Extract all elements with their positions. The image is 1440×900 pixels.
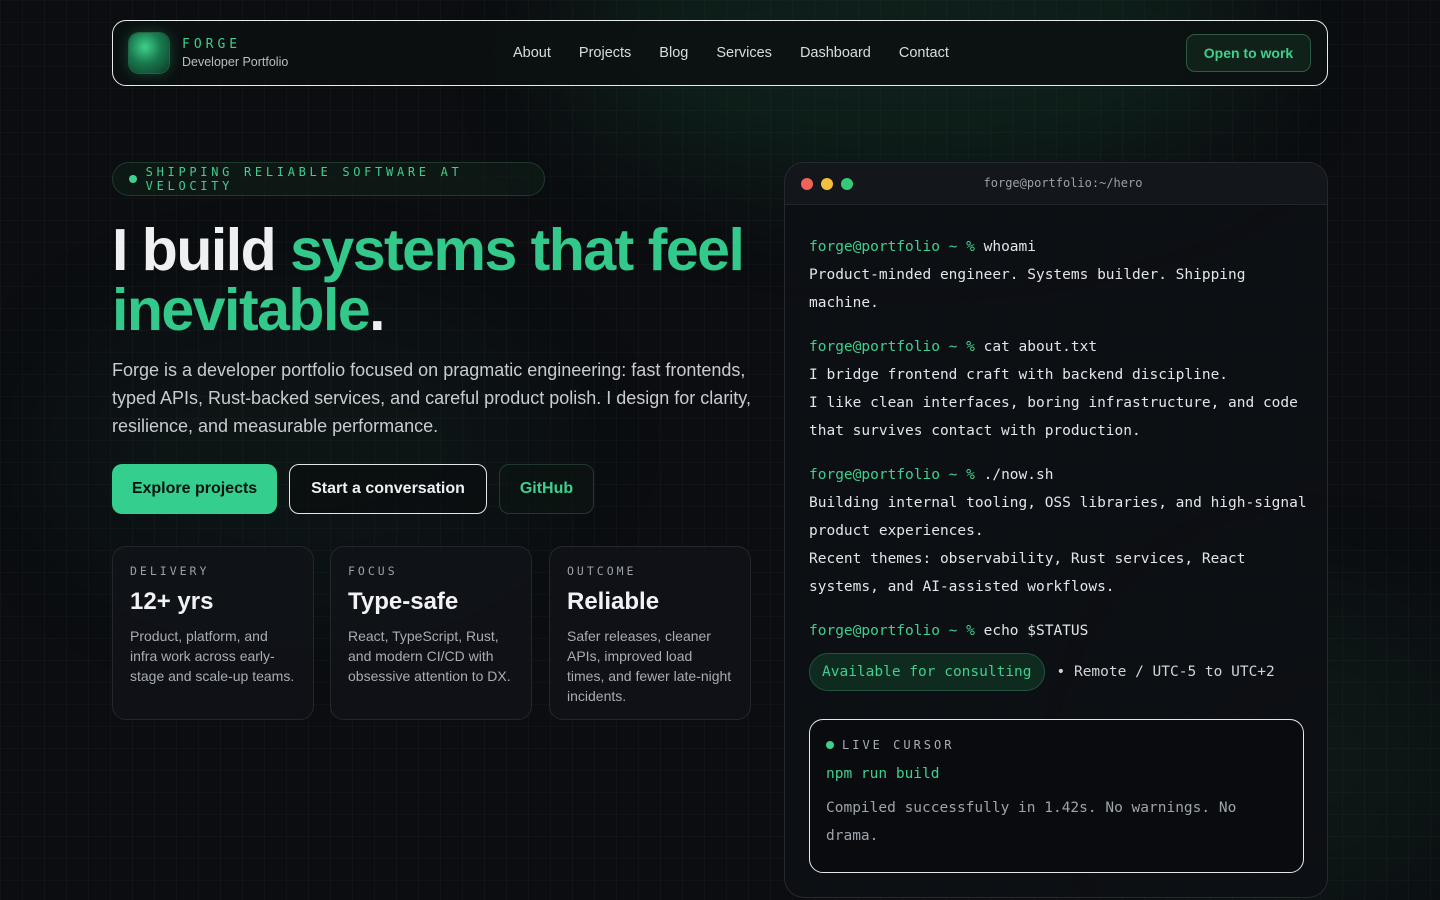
terminal-command: cat about.txt xyxy=(983,339,1098,355)
hero-headline: I build systems that feel inevitable. xyxy=(112,220,772,340)
stat-card-delivery: DELIVERY 12+ yrs Product, platform, and … xyxy=(112,546,314,720)
live-cursor-command: npm run build xyxy=(826,766,940,782)
terminal-titlebar: forge@portfolio:~/hero xyxy=(785,163,1327,205)
nav-link-projects[interactable]: Projects xyxy=(579,45,631,61)
start-conversation-button[interactable]: Start a conversation xyxy=(289,464,487,514)
terminal-prompt: forge@portfolio ~ % xyxy=(809,239,975,255)
brand-name: FORGE xyxy=(182,37,242,52)
nav-link-contact[interactable]: Contact xyxy=(899,45,949,61)
nav-link-blog[interactable]: Blog xyxy=(659,45,688,61)
brand-subtitle: Developer Portfolio xyxy=(182,55,289,69)
top-navbar: FORGE Developer Portfolio About Projects… xyxy=(112,20,1328,86)
live-dot-icon xyxy=(826,741,834,749)
nav-link-dashboard[interactable]: Dashboard xyxy=(800,45,871,61)
hero-lead: Forge is a developer portfolio focused o… xyxy=(112,360,751,436)
headline-white: I build xyxy=(112,217,291,283)
card-kicker: FOCUS xyxy=(348,564,398,578)
card-kicker: OUTCOME xyxy=(567,564,637,578)
terminal-output: I bridge frontend craft with backend dis… xyxy=(809,367,1229,383)
nav-link-services[interactable]: Services xyxy=(716,45,772,61)
card-title: 12+ yrs xyxy=(130,588,214,615)
card-title: Reliable xyxy=(567,588,660,615)
terminal-output: Product-minded engineer. Systems builder… xyxy=(809,267,1246,311)
explore-projects-button[interactable]: Explore projects xyxy=(112,464,277,514)
terminal-command: whoami xyxy=(983,239,1036,255)
tagline-text: SHIPPING RELIABLE SOFTWARE AT VELOCITY xyxy=(145,165,463,193)
terminal-body: forge@portfolio ~ % whoami Product-minde… xyxy=(809,233,1309,707)
tagline-pill: SHIPPING RELIABLE SOFTWARE AT VELOCITY xyxy=(112,162,545,196)
terminal-block: forge@portfolio ~ % cat about.txt I brid… xyxy=(809,333,1309,445)
live-cursor-header: LIVE CURSOR xyxy=(826,738,1287,752)
card-kicker: DELIVERY xyxy=(130,564,210,578)
terminal-output: I like clean interfaces, boring infrastr… xyxy=(809,395,1298,439)
hero-terminal: forge@portfolio:~/hero forge@portfolio ~… xyxy=(784,162,1328,898)
stat-card-outcome: OUTCOME Reliable Safer releases, cleaner… xyxy=(549,546,751,720)
card-body: Safer releases, cleaner APIs, improved l… xyxy=(567,628,732,704)
status-row: Available for consulting • Remote / UTC-… xyxy=(809,653,1309,691)
terminal-prompt: forge@portfolio ~ % xyxy=(809,623,975,639)
status-dot-icon xyxy=(129,175,137,183)
forge-logo-icon[interactable] xyxy=(129,33,169,73)
terminal-command: ./now.sh xyxy=(983,467,1054,483)
terminal-block: forge@portfolio ~ % whoami Product-minde… xyxy=(809,233,1309,317)
nav-links: About Projects Blog Services Dashboard C… xyxy=(513,21,949,85)
terminal-output: Building internal tooling, OSS libraries… xyxy=(809,495,1307,539)
github-button[interactable]: GitHub xyxy=(499,464,594,514)
nav-link-about[interactable]: About xyxy=(513,45,551,61)
stat-card-focus: FOCUS Type-safe React, TypeScript, Rust,… xyxy=(330,546,532,720)
open-to-work-button[interactable]: Open to work xyxy=(1186,34,1311,72)
terminal-prompt: forge@portfolio ~ % xyxy=(809,467,975,483)
live-cursor-label: LIVE CURSOR xyxy=(842,738,955,752)
live-cursor-output: Compiled successfully in 1.42s. No warni… xyxy=(826,800,1237,844)
terminal-prompt: forge@portfolio ~ % xyxy=(809,339,975,355)
terminal-output: Recent themes: observability, Rust servi… xyxy=(809,551,1246,595)
terminal-title: forge@portfolio:~/hero xyxy=(983,176,1143,190)
brand[interactable]: FORGE Developer Portfolio xyxy=(182,37,288,69)
status-meta: • Remote / UTC-5 to UTC+2 xyxy=(1056,664,1275,680)
card-title: Type-safe xyxy=(348,588,459,615)
live-cursor-panel: LIVE CURSOR npm run build Compiled succe… xyxy=(809,719,1304,873)
availability-badge[interactable]: Available for consulting xyxy=(809,653,1045,691)
headline-end: . xyxy=(369,277,385,343)
terminal-command: echo $STATUS xyxy=(983,623,1089,639)
terminal-block: forge@portfolio ~ % ./now.sh Building in… xyxy=(809,461,1309,601)
card-body: React, TypeScript, Rust, and modern CI/C… xyxy=(348,628,511,684)
card-body: Product, platform, and infra work across… xyxy=(130,628,295,684)
terminal-block: forge@portfolio ~ % echo $STATUS Availab… xyxy=(809,617,1309,691)
